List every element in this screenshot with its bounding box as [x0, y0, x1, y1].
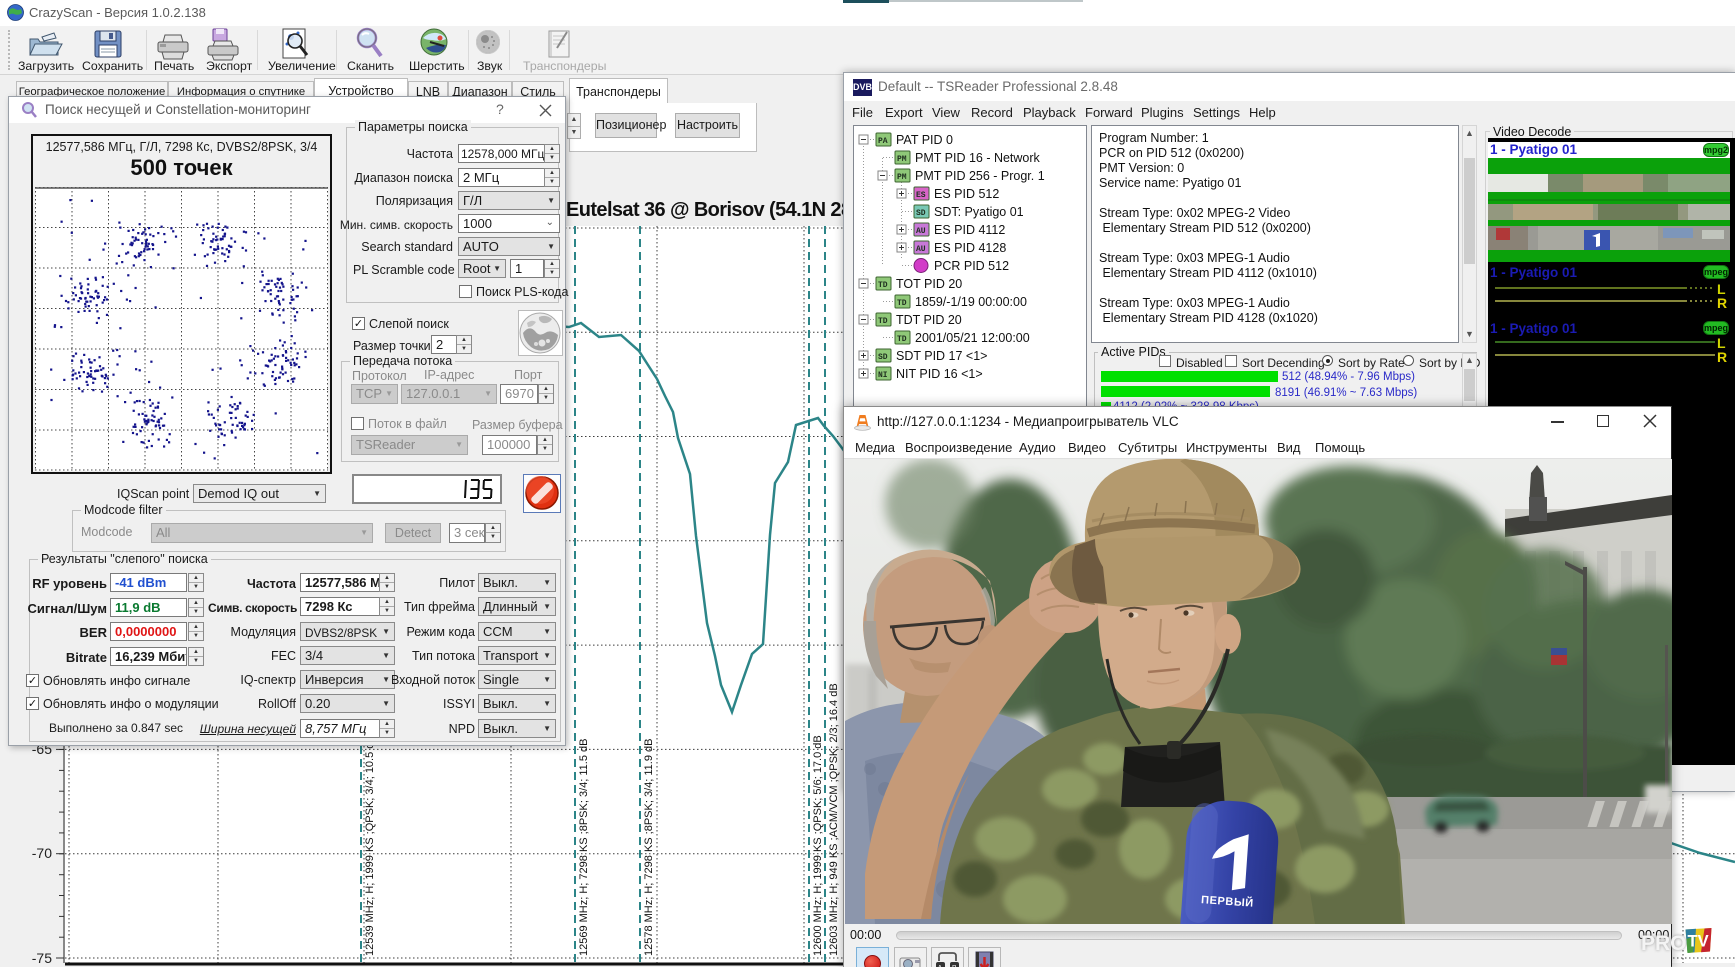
- svg-text:AU: AU: [916, 227, 926, 236]
- svg-text:TD: TD: [878, 281, 888, 290]
- svg-text:NIT PID 16 <1>: NIT PID 16 <1>: [896, 367, 983, 381]
- svg-text:SD: SD: [916, 209, 926, 218]
- svg-text:SDT: Pyatigo 01: SDT: Pyatigo 01: [934, 205, 1024, 219]
- svg-text:1859/-1/19 00:00:00: 1859/-1/19 00:00:00: [915, 295, 1027, 309]
- svg-text:PMT PID 16 - Network: PMT PID 16 - Network: [915, 151, 1041, 165]
- svg-text:TD: TD: [897, 299, 907, 308]
- svg-text:PCR PID 512: PCR PID 512: [934, 259, 1009, 273]
- svg-text:ES PID 512: ES PID 512: [934, 187, 999, 201]
- svg-text:SD: SD: [878, 353, 888, 362]
- svg-text:TD: TD: [878, 317, 888, 326]
- svg-text:PMT PID 256 - Progr. 1: PMT PID 256 - Progr. 1: [915, 169, 1045, 183]
- svg-text:SDT PID 17 <1>: SDT PID 17 <1>: [896, 349, 988, 363]
- svg-text:PM: PM: [897, 173, 907, 182]
- svg-text:TOT PID 20: TOT PID 20: [896, 277, 962, 291]
- svg-text:NI: NI: [878, 371, 888, 380]
- svg-text:PAT PID 0: PAT PID 0: [896, 133, 953, 147]
- svg-text:TDT PID 20: TDT PID 20: [896, 313, 962, 327]
- svg-text:PA: PA: [878, 137, 888, 146]
- svg-text:2001/05/21 12:00:00: 2001/05/21 12:00:00: [915, 331, 1030, 345]
- svg-text:TD: TD: [897, 335, 907, 344]
- svg-text:R: R: [1717, 349, 1727, 365]
- svg-text:AU: AU: [916, 245, 926, 254]
- svg-text:TV: TV: [1688, 933, 1709, 951]
- svg-text:R: R: [1717, 295, 1727, 311]
- svg-text:ES PID 4128: ES PID 4128: [934, 241, 1006, 255]
- svg-text:ES PID 4112: ES PID 4112: [934, 223, 1005, 237]
- svg-text:ES: ES: [916, 191, 926, 200]
- svg-text:PM: PM: [897, 155, 907, 164]
